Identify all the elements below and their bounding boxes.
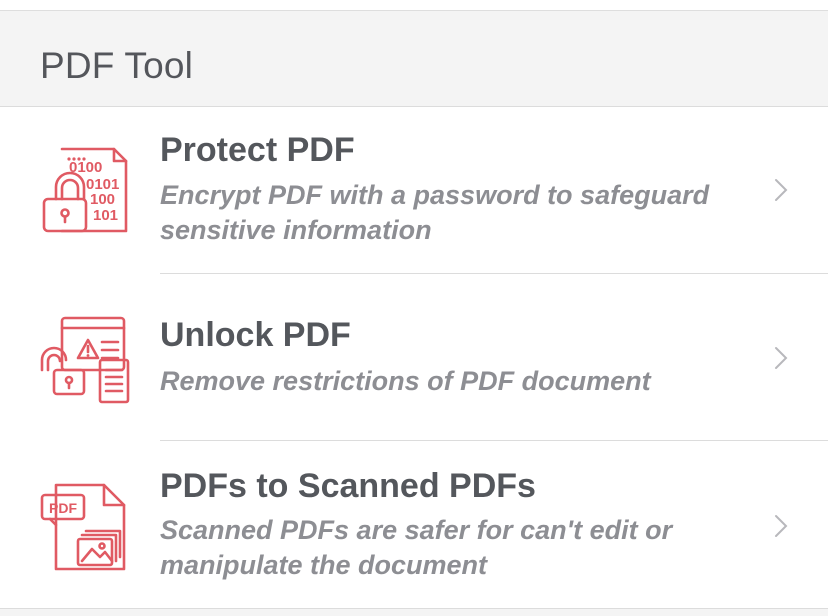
section-header: PDF Tool — [0, 11, 828, 107]
pdfs-to-scanned-pdfs-title: PDFs to Scanned PDFs — [160, 467, 536, 505]
svg-text:100: 100 — [90, 191, 115, 208]
pdf-scanned-images-icon: PDF — [40, 483, 126, 571]
protect-pdf-row[interactable]: 0100 0101 100 101 Protect PDF Encrypt PD… — [0, 107, 828, 273]
unlock-pdf-row[interactable]: Unlock PDF Remove restrictions of PDF do… — [0, 274, 828, 440]
svg-text:101: 101 — [93, 207, 118, 224]
chevron-right-icon — [775, 179, 788, 201]
chevron-right-icon — [775, 515, 788, 537]
section-title: PDF Tool — [40, 45, 194, 86]
unlock-warning-document-icon — [40, 316, 130, 404]
protect-pdf-description: Encrypt PDF with a password to safeguard… — [160, 180, 710, 245]
pdf-icon-label: PDF — [49, 500, 77, 516]
unlock-pdf-description: Remove restrictions of PDF document — [160, 366, 651, 396]
bottom-fill — [0, 609, 828, 616]
unlock-pdf-title: Unlock PDF — [160, 316, 351, 354]
top-strip — [0, 0, 828, 11]
protect-pdf-title: Protect PDF — [160, 131, 355, 169]
chevron-right-icon — [775, 347, 788, 369]
pdfs-to-scanned-pdfs-description: Scanned PDFs are safer for can't edit or… — [160, 515, 673, 580]
svg-text:0100: 0100 — [69, 159, 102, 176]
lock-binary-document-icon: 0100 0101 100 101 — [42, 147, 128, 233]
pdfs-to-scanned-pdfs-row[interactable]: PDF PDFs to Scanned PDFs Scanned PDFs ar… — [0, 441, 828, 608]
